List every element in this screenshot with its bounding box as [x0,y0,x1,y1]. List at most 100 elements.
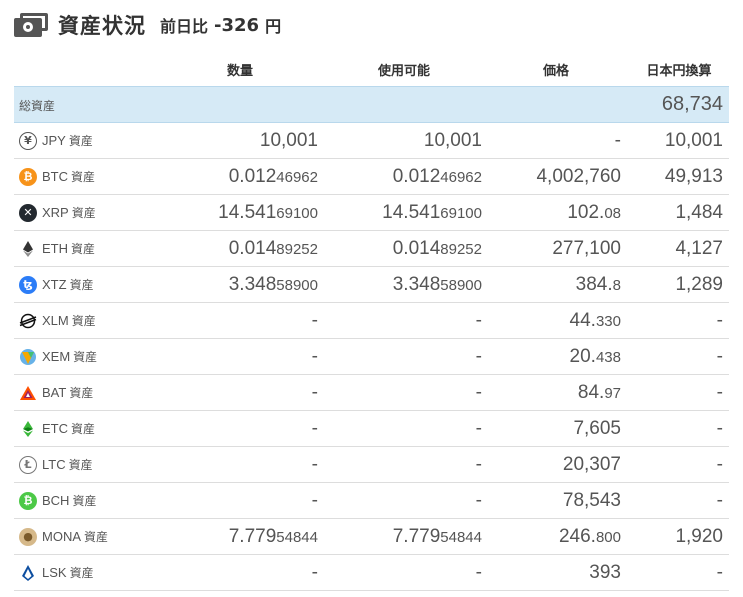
asset-price: 384.8 [482,266,621,303]
asset-jpy-value: - [621,554,729,591]
asset-jpy-value: - [621,446,729,483]
asset-price: 7,605 [482,410,621,447]
asset-price: 44.330 [482,302,621,339]
asset-quantity: - [154,482,318,519]
ethereum-classic-icon [19,420,42,438]
asset-name-cell: BAT 資産 [14,374,154,411]
asset-quantity: - [154,374,318,411]
total-assets-row: 総資産 68,734 [14,86,729,123]
asset-name: MONA 資産 [42,529,109,544]
asset-price: 277,100 [482,230,621,267]
asset-row-bch: ₿ BCH 資産 - -78,543- [14,482,729,519]
asset-quantity: 0.01489252 [154,230,318,267]
asset-quantity: 3.34858900 [154,266,318,303]
asset-price: 102.08 [482,194,621,231]
nem-icon [19,348,42,366]
asset-available: - [318,410,482,447]
asset-available: 0.01246962 [318,158,482,195]
asset-name: LTC 資産 [42,457,93,472]
asset-jpy-value: 4,127 [621,230,729,267]
asset-price: - [482,122,621,159]
asset-name: BTC 資産 [42,169,96,184]
asset-name-cell: ꜩ XTZ 資産 [14,266,154,303]
asset-name-cell: LSK 資産 [14,554,154,591]
ethereum-icon [19,240,42,258]
asset-jpy-value: - [621,410,729,447]
wallet-icon [14,11,48,39]
asset-price: 4,002,760 [482,158,621,195]
asset-name: BCH 資産 [42,493,97,508]
asset-name: JPY 資産 [42,133,93,148]
asset-price: 246.800 [482,518,621,555]
asset-name-cell: ₿ BTC 資産 [14,158,154,195]
ripple-icon: ✕ [19,203,42,222]
asset-row-jpy: ¥ JPY 資産 10,001 10,001-10,001 [14,122,729,159]
asset-price: 84.97 [482,374,621,411]
asset-quantity: - [154,338,318,375]
asset-available: - [318,482,482,519]
stellar-icon [19,312,42,330]
asset-available: - [318,338,482,375]
daily-change-unit: 円 [265,17,282,36]
asset-price: 393 [482,554,621,591]
asset-row-btc: ₿ BTC 資産 0.01246962 0.01246962 4,002,760 49,91… [14,158,729,195]
asset-quantity: 14.54169100 [154,194,318,231]
asset-jpy-value: 10,001 [621,122,729,159]
asset-row-xlm: XLM 資産 - -44.330- [14,302,729,339]
asset-price: 78,543 [482,482,621,519]
asset-quantity: - [154,410,318,447]
asset-available: 10,001 [318,122,482,159]
asset-jpy-value: 1,484 [621,194,729,231]
column-header-quantity: 数量 [226,64,253,79]
asset-quantity: 10,001 [154,122,318,159]
column-header-price: 価格 [542,64,569,79]
asset-available: - [318,554,482,591]
asset-jpy-value: - [621,482,729,519]
bat-icon [19,384,42,402]
asset-available: 7.77954844 [318,518,482,555]
asset-row-xem: XEM 資産 - -20.438- [14,338,729,375]
page-title: 資産状況 [58,14,146,38]
bitcoin-cash-icon: ₿ [19,491,42,510]
asset-name: XLM 資産 [42,313,96,328]
asset-available: - [318,374,482,411]
asset-name-cell: ₿ BCH 資産 [14,482,154,519]
asset-name: XEM 資産 [42,349,98,364]
bitcoin-icon: ₿ [19,167,42,186]
asset-jpy-value: - [621,302,729,339]
asset-jpy-value: 49,913 [621,158,729,195]
asset-name-cell: ETH 資産 [14,230,154,267]
asset-name-cell: Ł LTC 資産 [14,446,154,483]
asset-name: XTZ 資産 [42,277,94,292]
asset-jpy-value: - [621,374,729,411]
asset-row-bat: BAT 資産 - -84.97- [14,374,729,411]
asset-name-cell: ETC 資産 [14,410,154,447]
asset-row-eth: ETH 資産 0.01489252 0.01489252 277,100 4,127 [14,230,729,267]
asset-name-cell: ¥ JPY 資産 [14,122,154,159]
asset-jpy-value: - [621,338,729,375]
asset-row-lsk: LSK 資産 - -393- [14,554,729,591]
total-assets-value: 68,734 [621,86,729,123]
asset-name-cell: ● MONA 資産 [14,518,154,555]
asset-name: ETH 資産 [42,241,96,256]
yen-icon: ¥ [19,131,42,150]
asset-row-ltc: Ł LTC 資産 - -20,307- [14,446,729,483]
asset-available: 0.01489252 [318,230,482,267]
daily-change-label: 前日比 [160,17,209,36]
asset-row-xtz: ꜩ XTZ 資産 3.34858900 3.34858900 384.8 1,289 [14,266,729,303]
asset-name-cell: XEM 資産 [14,338,154,375]
asset-available: - [318,302,482,339]
tezos-icon: ꜩ [19,275,42,294]
monacoin-icon: ● [19,527,42,546]
asset-quantity: - [154,554,318,591]
asset-name: LSK 資産 [42,565,94,580]
asset-quantity: - [154,302,318,339]
asset-row-mona: ● MONA 資産 7.77954844 7.77954844 246.800 1,920 [14,518,729,555]
asset-jpy-value: 1,289 [621,266,729,303]
page-header: 資産状況 前日比 -326 円 [14,8,281,42]
lisk-icon [19,564,42,582]
column-header-jpy-value: 日本円換算 [646,64,712,79]
asset-quantity: 7.77954844 [154,518,318,555]
asset-name: XRP 資産 [42,205,96,220]
asset-jpy-value: 1,920 [621,518,729,555]
